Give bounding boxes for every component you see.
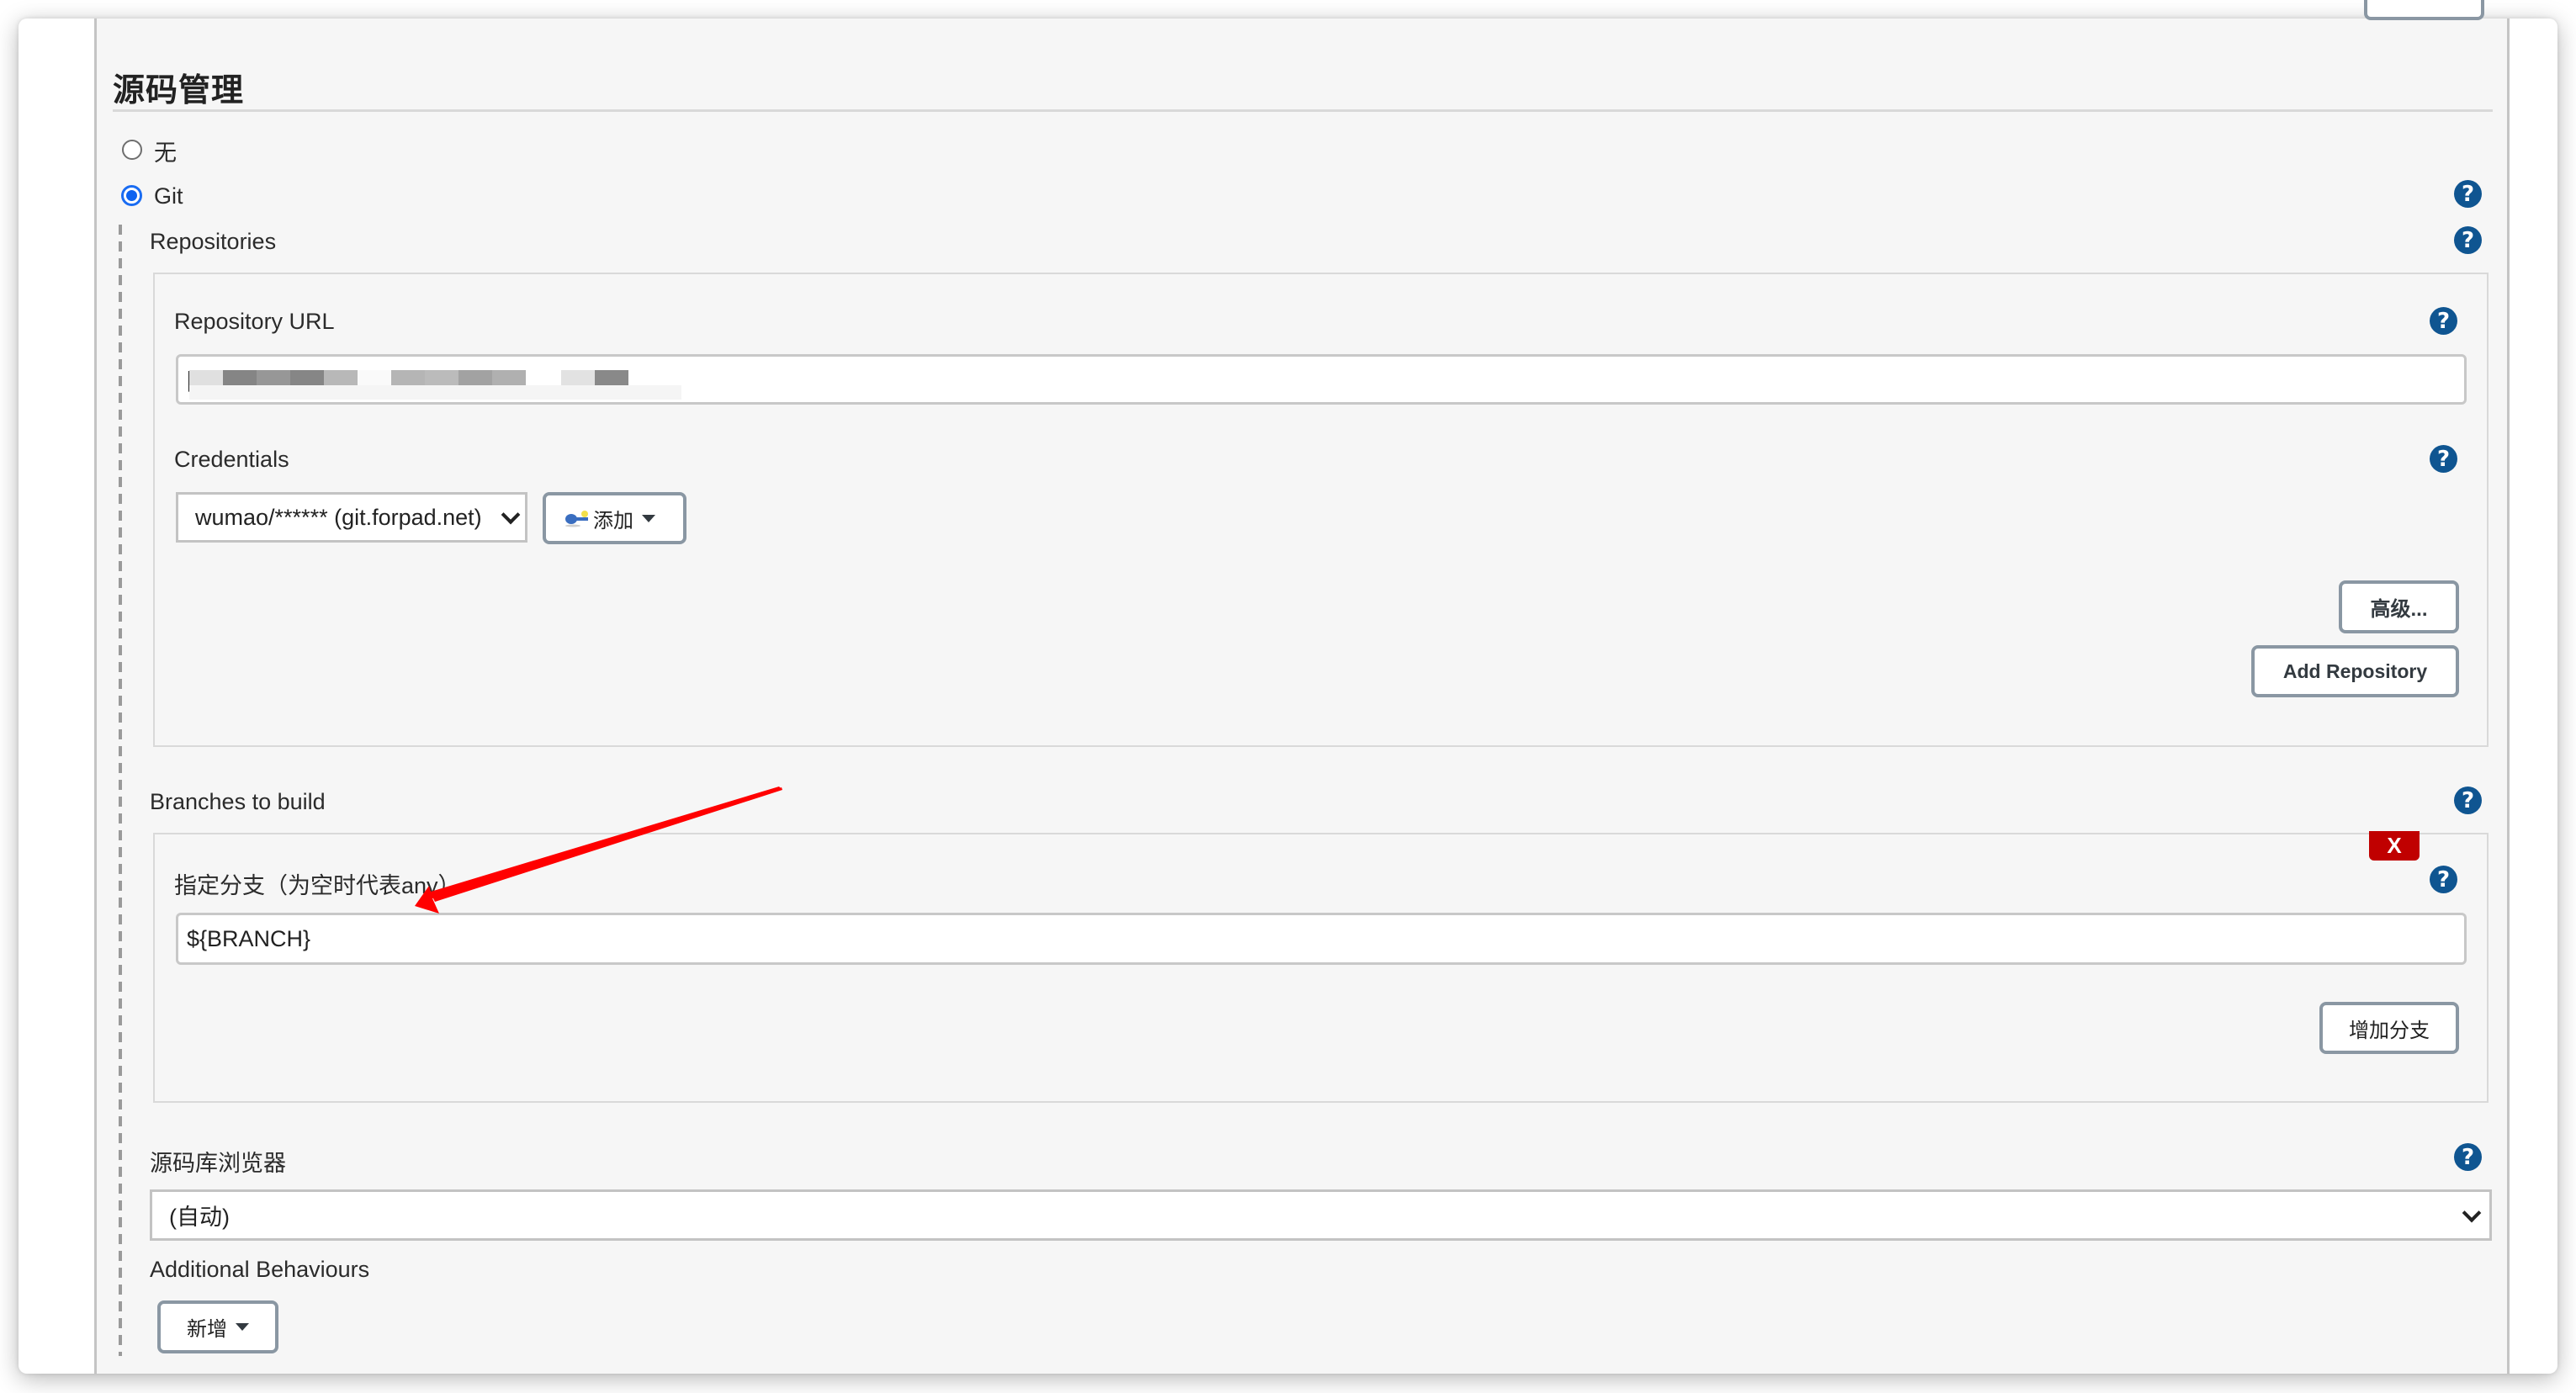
help-icon-branch-specifier[interactable]: ? — [2430, 866, 2457, 893]
credentials-label: Credentials — [174, 447, 289, 472]
add-behaviour-button[interactable]: 新增 — [157, 1300, 278, 1353]
help-icon-git[interactable]: ? — [2454, 180, 2482, 208]
nesting-dashed-line — [119, 225, 122, 1356]
radio-git-label: Git — [154, 183, 183, 209]
chevron-down-icon — [2462, 1203, 2482, 1223]
section-title: 源码管理 — [113, 73, 245, 109]
delete-branch-button[interactable]: X — [2369, 831, 2420, 861]
help-icon-repositories[interactable]: ? — [2454, 226, 2482, 254]
key-icon — [565, 511, 588, 527]
branch-specifier-label: 指定分支（为空时代表any） — [174, 873, 461, 898]
repo-browser-label: 源码库浏览器 — [150, 1151, 286, 1176]
branches-heading: Branches to build — [150, 789, 326, 814]
repo-browser-select[interactable]: (自动) — [150, 1189, 2492, 1241]
repository-url-label: Repository URL — [174, 309, 335, 334]
add-branch-button[interactable]: 增加分支 — [2319, 1002, 2459, 1054]
help-icon-branches[interactable]: ? — [2454, 787, 2482, 814]
section-divider — [113, 109, 2493, 112]
credentials-selected-value: wumao/****** (git.forpad.net) — [195, 504, 482, 530]
branch-box — [153, 833, 2489, 1103]
repositories-heading: Repositories — [150, 229, 277, 254]
credentials-select[interactable]: wumao/****** (git.forpad.net) — [176, 492, 527, 543]
add-repository-button[interactable]: Add Repository — [2251, 645, 2459, 697]
radio-none[interactable] — [122, 140, 142, 160]
radio-none-label: 无 — [154, 140, 177, 166]
additional-behaviours-label: Additional Behaviours — [150, 1257, 370, 1282]
add-credentials-label: 添加 — [593, 509, 633, 532]
caret-down-icon — [642, 514, 655, 522]
help-icon-credentials[interactable]: ? — [2430, 445, 2457, 473]
repo-browser-selected-value: (自动) — [169, 1205, 230, 1230]
partial-button-top[interactable] — [2364, 0, 2484, 20]
help-icon-repo-browser[interactable]: ? — [2454, 1143, 2482, 1171]
caret-down-icon — [236, 1323, 249, 1331]
branch-specifier-input[interactable]: ${BRANCH} — [176, 913, 2467, 965]
branch-specifier-value: ${BRANCH} — [187, 925, 311, 951]
radio-git[interactable] — [121, 185, 142, 206]
help-icon-repository-url[interactable]: ? — [2430, 307, 2457, 335]
advanced-button[interactable]: 高级... — [2339, 580, 2459, 633]
add-credentials-button[interactable]: 添加 — [543, 492, 686, 544]
add-behaviour-label: 新增 — [187, 1318, 227, 1341]
chevron-down-icon — [501, 505, 521, 525]
